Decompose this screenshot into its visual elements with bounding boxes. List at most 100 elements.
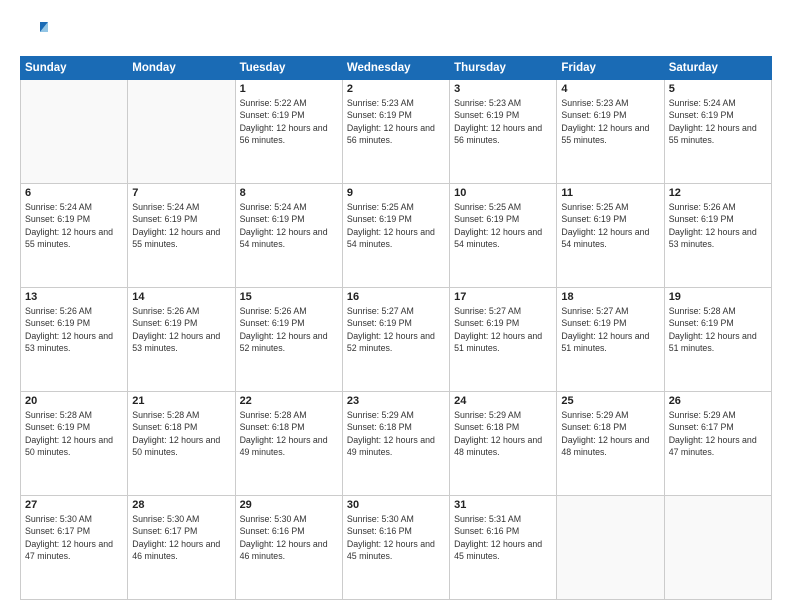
day-number: 10 xyxy=(454,187,552,199)
day-number: 17 xyxy=(454,291,552,303)
calendar-cell: 9 Sunrise: 5:25 AM Sunset: 6:19 PM Daylig… xyxy=(342,184,449,288)
day-info: Sunrise: 5:24 AM Sunset: 6:19 PM Dayligh… xyxy=(669,97,767,146)
day-number: 16 xyxy=(347,291,445,303)
calendar-cell: 29Sunrise: 5:30 AM Sunset: 6:16 PM Dayli… xyxy=(235,496,342,600)
calendar-cell: 8 Sunrise: 5:24 AM Sunset: 6:19 PM Daylig… xyxy=(235,184,342,288)
day-info: Sunrise: 5:30 AM Sunset: 6:16 PM Dayligh… xyxy=(240,513,338,562)
day-number: 30 xyxy=(347,499,445,511)
day-number: 6 xyxy=(25,187,123,199)
day-info: Sunrise: 5:25 AM Sunset: 6:19 PM Dayligh… xyxy=(454,201,552,250)
day-number: 20 xyxy=(25,395,123,407)
day-number: 27 xyxy=(25,499,123,511)
calendar-week-row: 1Sunrise: 5:22 AM Sunset: 6:19 PM Daylig… xyxy=(21,80,772,184)
day-number: 7 xyxy=(132,187,230,199)
day-info: Sunrise: 5:23 AM Sunset: 6:19 PM Dayligh… xyxy=(347,97,445,146)
day-number: 9 xyxy=(347,187,445,199)
day-info: Sunrise: 5:23 AM Sunset: 6:19 PM Dayligh… xyxy=(561,97,659,146)
calendar-cell: 17 Sunrise: 5:27 AM Sunset: 6:19 PM Dayli… xyxy=(450,288,557,392)
day-info: Sunrise: 5:25 AM Sunset: 6:19 PM Dayligh… xyxy=(561,201,659,250)
day-number: 5 xyxy=(669,83,767,95)
calendar-cell xyxy=(128,80,235,184)
day-number: 24 xyxy=(454,395,552,407)
calendar-cell: 21Sunrise: 5:28 AM Sunset: 6:18 PM Dayli… xyxy=(128,392,235,496)
day-number: 14 xyxy=(132,291,230,303)
day-number: 31 xyxy=(454,499,552,511)
calendar-cell xyxy=(21,80,128,184)
calendar-header-saturday: Saturday xyxy=(664,57,771,80)
calendar-header-tuesday: Tuesday xyxy=(235,57,342,80)
calendar-cell: 31 Sunrise: 5:31 AM Sunset: 6:16 PM Dayli… xyxy=(450,496,557,600)
calendar-week-row: 20 Sunrise: 5:28 AM Sunset: 6:19 PM Dayli… xyxy=(21,392,772,496)
day-number: 25 xyxy=(561,395,659,407)
day-number: 22 xyxy=(240,395,338,407)
day-info: Sunrise: 5:23 AM Sunset: 6:19 PM Dayligh… xyxy=(454,97,552,146)
calendar-cell: 12 Sunrise: 5:26 AM Sunset: 6:19 PM Dayli… xyxy=(664,184,771,288)
day-number: 1 xyxy=(240,83,338,95)
day-info: Sunrise: 5:29 AM Sunset: 6:18 PM Dayligh… xyxy=(454,409,552,458)
day-info: Sunrise: 5:30 AM Sunset: 6:16 PM Dayligh… xyxy=(347,513,445,562)
day-info: Sunrise: 5:29 AM Sunset: 6:18 PM Dayligh… xyxy=(347,409,445,458)
day-number: 18 xyxy=(561,291,659,303)
day-info: Sunrise: 5:28 AM Sunset: 6:18 PM Dayligh… xyxy=(240,409,338,458)
calendar-cell: 13Sunrise: 5:26 AM Sunset: 6:19 PM Dayli… xyxy=(21,288,128,392)
calendar-cell: 6 Sunrise: 5:24 AM Sunset: 6:19 PM Daylig… xyxy=(21,184,128,288)
day-info: Sunrise: 5:30 AM Sunset: 6:17 PM Dayligh… xyxy=(132,513,230,562)
calendar-header-friday: Friday xyxy=(557,57,664,80)
day-info: Sunrise: 5:24 AM Sunset: 6:19 PM Dayligh… xyxy=(25,201,123,250)
calendar-cell: 11 Sunrise: 5:25 AM Sunset: 6:19 PM Dayli… xyxy=(557,184,664,288)
calendar-cell: 27 Sunrise: 5:30 AM Sunset: 6:17 PM Dayli… xyxy=(21,496,128,600)
day-info: Sunrise: 5:27 AM Sunset: 6:19 PM Dayligh… xyxy=(454,305,552,354)
day-info: Sunrise: 5:24 AM Sunset: 6:19 PM Dayligh… xyxy=(240,201,338,250)
day-number: 11 xyxy=(561,187,659,199)
day-number: 12 xyxy=(669,187,767,199)
day-info: Sunrise: 5:29 AM Sunset: 6:18 PM Dayligh… xyxy=(561,409,659,458)
calendar-header-monday: Monday xyxy=(128,57,235,80)
day-number: 28 xyxy=(132,499,230,511)
calendar-cell: 15 Sunrise: 5:26 AM Sunset: 6:19 PM Dayli… xyxy=(235,288,342,392)
calendar-cell xyxy=(664,496,771,600)
calendar-week-row: 13Sunrise: 5:26 AM Sunset: 6:19 PM Dayli… xyxy=(21,288,772,392)
calendar: SundayMondayTuesdayWednesdayThursdayFrid… xyxy=(20,56,772,600)
calendar-cell: 10 Sunrise: 5:25 AM Sunset: 6:19 PM Dayli… xyxy=(450,184,557,288)
day-info: Sunrise: 5:26 AM Sunset: 6:19 PM Dayligh… xyxy=(132,305,230,354)
page: SundayMondayTuesdayWednesdayThursdayFrid… xyxy=(0,0,792,612)
day-number: 26 xyxy=(669,395,767,407)
calendar-cell: 16 Sunrise: 5:27 AM Sunset: 6:19 PM Dayli… xyxy=(342,288,449,392)
day-info: Sunrise: 5:25 AM Sunset: 6:19 PM Dayligh… xyxy=(347,201,445,250)
calendar-header-wednesday: Wednesday xyxy=(342,57,449,80)
calendar-cell: 2Sunrise: 5:23 AM Sunset: 6:19 PM Daylig… xyxy=(342,80,449,184)
day-info: Sunrise: 5:31 AM Sunset: 6:16 PM Dayligh… xyxy=(454,513,552,562)
calendar-week-row: 6 Sunrise: 5:24 AM Sunset: 6:19 PM Daylig… xyxy=(21,184,772,288)
day-info: Sunrise: 5:26 AM Sunset: 6:19 PM Dayligh… xyxy=(25,305,123,354)
calendar-cell: 1Sunrise: 5:22 AM Sunset: 6:19 PM Daylig… xyxy=(235,80,342,184)
day-info: Sunrise: 5:28 AM Sunset: 6:19 PM Dayligh… xyxy=(25,409,123,458)
day-info: Sunrise: 5:27 AM Sunset: 6:19 PM Dayligh… xyxy=(561,305,659,354)
calendar-header-row: SundayMondayTuesdayWednesdayThursdayFrid… xyxy=(21,57,772,80)
day-number: 15 xyxy=(240,291,338,303)
day-number: 4 xyxy=(561,83,659,95)
day-number: 8 xyxy=(240,187,338,199)
calendar-cell: 22 Sunrise: 5:28 AM Sunset: 6:18 PM Dayli… xyxy=(235,392,342,496)
calendar-cell: 3 Sunrise: 5:23 AM Sunset: 6:19 PM Daylig… xyxy=(450,80,557,184)
day-info: Sunrise: 5:26 AM Sunset: 6:19 PM Dayligh… xyxy=(240,305,338,354)
calendar-cell: 23 Sunrise: 5:29 AM Sunset: 6:18 PM Dayli… xyxy=(342,392,449,496)
day-info: Sunrise: 5:30 AM Sunset: 6:17 PM Dayligh… xyxy=(25,513,123,562)
calendar-cell: 24 Sunrise: 5:29 AM Sunset: 6:18 PM Dayli… xyxy=(450,392,557,496)
day-number: 23 xyxy=(347,395,445,407)
calendar-cell: 26 Sunrise: 5:29 AM Sunset: 6:17 PM Dayli… xyxy=(664,392,771,496)
day-number: 19 xyxy=(669,291,767,303)
day-info: Sunrise: 5:27 AM Sunset: 6:19 PM Dayligh… xyxy=(347,305,445,354)
calendar-cell: 20 Sunrise: 5:28 AM Sunset: 6:19 PM Dayli… xyxy=(21,392,128,496)
day-number: 3 xyxy=(454,83,552,95)
calendar-cell: 25 Sunrise: 5:29 AM Sunset: 6:18 PM Dayli… xyxy=(557,392,664,496)
day-info: Sunrise: 5:29 AM Sunset: 6:17 PM Dayligh… xyxy=(669,409,767,458)
calendar-week-row: 27 Sunrise: 5:30 AM Sunset: 6:17 PM Dayli… xyxy=(21,496,772,600)
calendar-cell: 30 Sunrise: 5:30 AM Sunset: 6:16 PM Dayli… xyxy=(342,496,449,600)
day-info: Sunrise: 5:28 AM Sunset: 6:19 PM Dayligh… xyxy=(669,305,767,354)
calendar-header-sunday: Sunday xyxy=(21,57,128,80)
calendar-cell: 28 Sunrise: 5:30 AM Sunset: 6:17 PM Dayli… xyxy=(128,496,235,600)
day-info: Sunrise: 5:26 AM Sunset: 6:19 PM Dayligh… xyxy=(669,201,767,250)
header xyxy=(20,18,772,46)
calendar-cell: 4 Sunrise: 5:23 AM Sunset: 6:19 PM Daylig… xyxy=(557,80,664,184)
logo-icon xyxy=(20,18,48,46)
